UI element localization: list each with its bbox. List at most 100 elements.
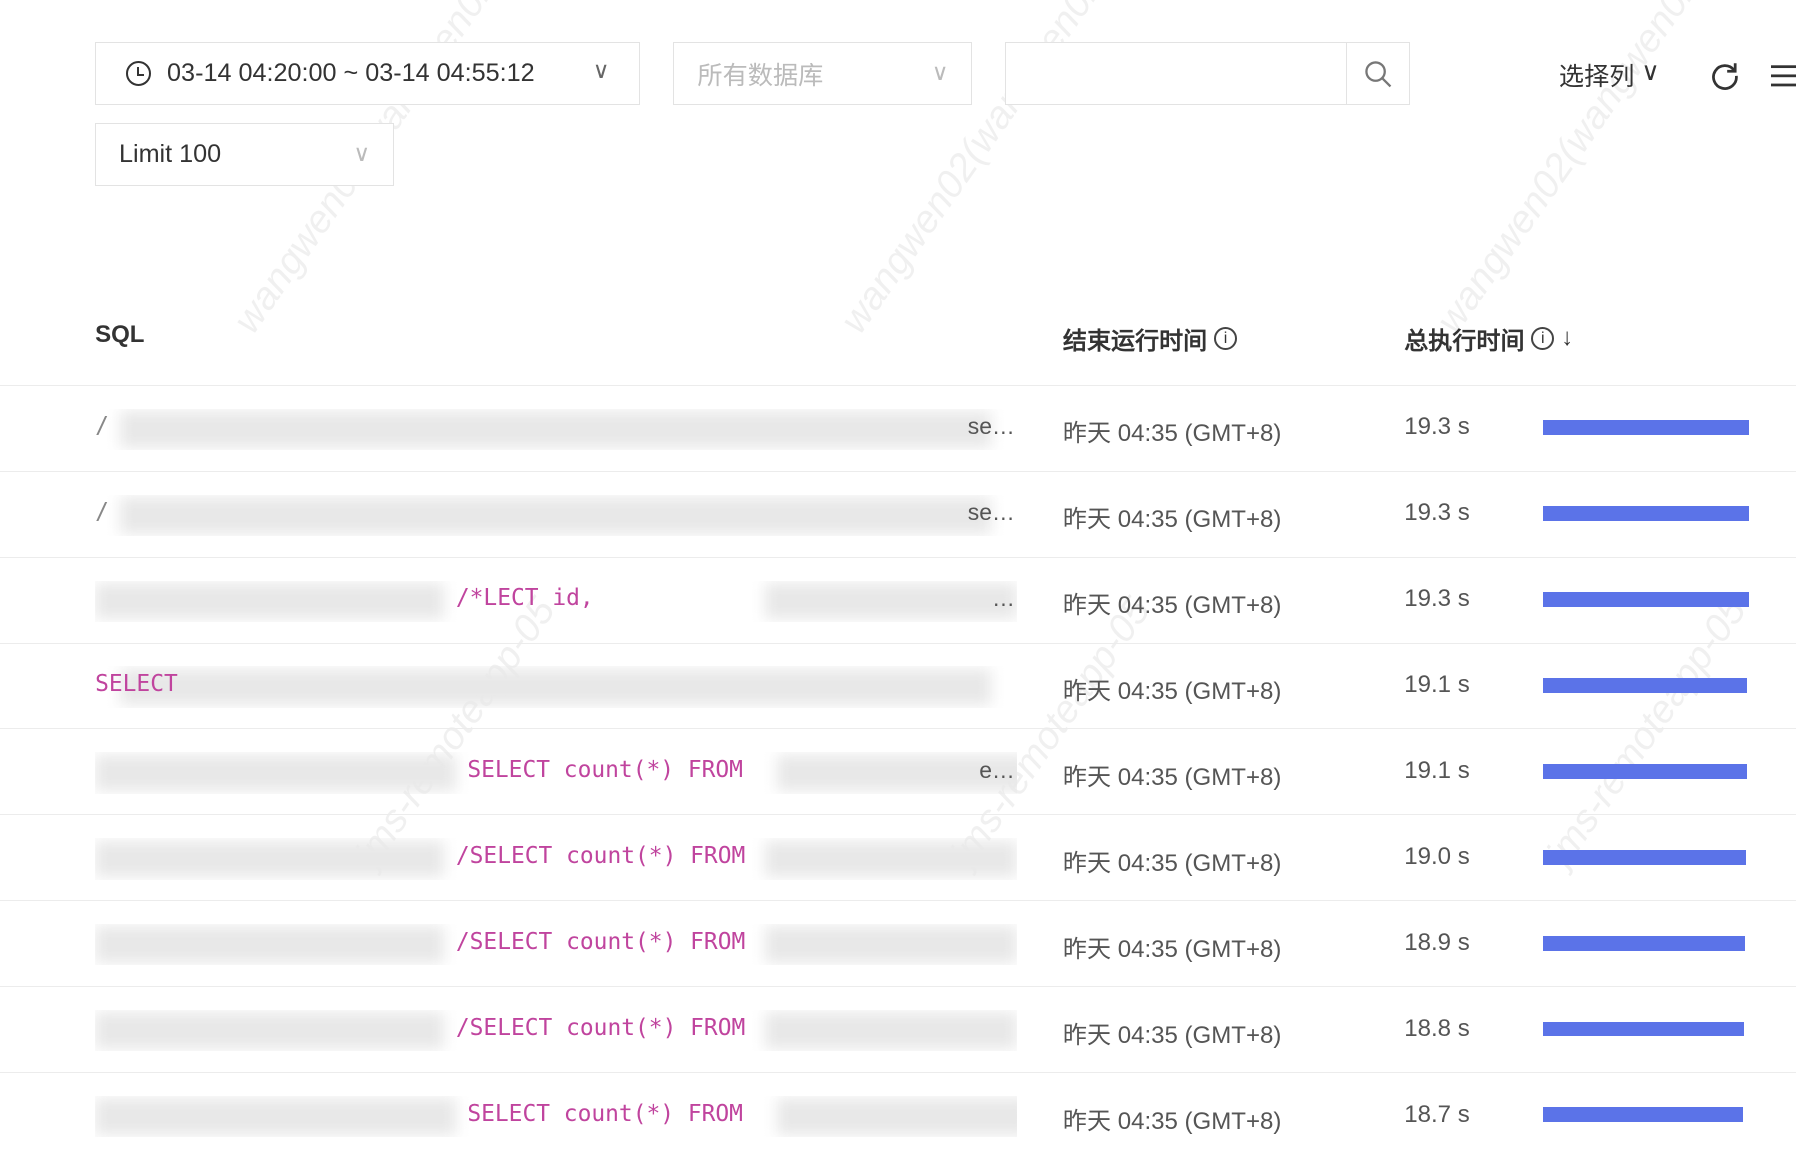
redacted-sql	[95, 754, 456, 792]
redacted-sql	[95, 926, 445, 964]
menu-icon[interactable]	[1770, 63, 1796, 88]
redacted-sql	[120, 411, 991, 448]
sql-fragment: /SELECT count(*) FROM	[455, 928, 746, 955]
redacted-sql	[95, 582, 445, 620]
column-label: 结束运行时间	[1062, 327, 1208, 355]
redacted-sql	[765, 840, 1018, 878]
duration-cell: 19.1 s	[1404, 756, 1470, 784]
redacted-sql	[765, 1012, 1018, 1050]
sql-cell[interactable]: /SELECT count(*) FROM	[95, 838, 1018, 879]
refresh-icon[interactable]	[1710, 61, 1740, 91]
search-icon	[1365, 61, 1392, 88]
column-label: 总执行时间	[1404, 327, 1525, 355]
redacted-sql	[120, 668, 991, 706]
sql-cell[interactable]: /*LECT id, …	[95, 581, 1018, 622]
chevron-down-icon: ∨	[931, 59, 949, 86]
redacted-sql	[120, 496, 991, 534]
sql-ellipsis: se…	[967, 413, 1015, 440]
column-label: SQL	[95, 320, 145, 348]
sql-cell[interactable]: /SELECT count(*) FROM	[95, 924, 1018, 965]
database-placeholder: 所有数据库	[697, 61, 824, 90]
table-row[interactable]: SELECT count(*) FROM 昨天 04:35 (GMT+8) 18…	[0, 1072, 1796, 1159]
duration-bar	[1542, 1107, 1743, 1123]
table-row[interactable]: SELECT 昨天 04:35 (GMT+8) 19.1 s	[0, 642, 1796, 730]
duration-bar	[1542, 592, 1750, 607]
duration-bar	[1542, 763, 1747, 779]
sql-ellipsis: …	[991, 585, 1015, 612]
redacted-sql	[95, 840, 445, 878]
end-time-cell: 昨天 04:35 (GMT+8)	[1062, 763, 1282, 791]
column-header-total-time[interactable]: 总执行时间 i ↓	[1404, 321, 1573, 356]
clock-icon	[125, 61, 152, 87]
redacted-sql	[776, 1098, 1018, 1135]
end-time-cell: 昨天 04:35 (GMT+8)	[1062, 849, 1282, 877]
search-button[interactable]	[1346, 43, 1409, 105]
duration-bar	[1542, 677, 1747, 693]
table-row[interactable]: /SELECT count(*) FROM 昨天 04:35 (GMT+8) 1…	[0, 900, 1796, 987]
watermark: wangwen02(wangwen02)	[1427, 0, 1717, 341]
duration-cell: 19.0 s	[1404, 842, 1470, 870]
duration-bar	[1542, 1021, 1744, 1037]
table-row[interactable]: / se… 昨天 04:35 (GMT+8) 19.3 s	[0, 470, 1796, 558]
table-row[interactable]: /*LECT id, … 昨天 04:35 (GMT+8) 19.3 s	[0, 556, 1796, 644]
duration-bar	[1542, 849, 1746, 865]
sql-cell[interactable]: / se…	[95, 495, 1017, 536]
duration-cell: 18.8 s	[1404, 1014, 1470, 1042]
limit-value: Limit 100	[118, 139, 222, 168]
sql-cell[interactable]: / se…	[95, 409, 1017, 450]
end-time-cell: 昨天 04:35 (GMT+8)	[1062, 678, 1282, 706]
sql-cell[interactable]: /SELECT count(*) FROM	[95, 1010, 1018, 1051]
sql-prefix: /	[95, 413, 109, 440]
search-box	[1004, 42, 1410, 106]
duration-cell: 19.3 s	[1404, 499, 1470, 527]
end-time-cell: 昨天 04:35 (GMT+8)	[1062, 1107, 1282, 1135]
duration-cell: 19.3 s	[1404, 585, 1470, 613]
sql-fragment: SELECT count(*) FROM	[467, 756, 743, 783]
chevron-down-icon: ∨	[353, 139, 371, 166]
table-row[interactable]: SELECT count(*) FROM e… 昨天 04:35 (GMT+8)…	[0, 728, 1796, 815]
info-icon[interactable]: i	[1214, 326, 1237, 350]
duration-bar	[1542, 935, 1745, 951]
redacted-sql	[95, 1098, 456, 1135]
duration-cell: 19.3 s	[1404, 413, 1470, 441]
table-row[interactable]: / se… 昨天 04:35 (GMT+8) 19.3 s	[0, 384, 1796, 472]
sql-fragment: /SELECT count(*) FROM	[455, 842, 746, 869]
sql-fragment: /*LECT id,	[455, 585, 594, 612]
sql-cell[interactable]: SELECT count(*) FROM	[95, 1096, 1018, 1137]
table-row[interactable]: /SELECT count(*) FROM 昨天 04:35 (GMT+8) 1…	[0, 814, 1796, 901]
duration-cell: 18.7 s	[1404, 1100, 1470, 1128]
select-columns-button[interactable]: 选择列 ∨	[1559, 57, 1660, 93]
time-range-value: 03-14 04:20:00 ~ 03-14 04:55:12	[167, 59, 535, 88]
table-row[interactable]: /SELECT count(*) FROM 昨天 04:35 (GMT+8) 1…	[0, 986, 1796, 1073]
info-icon[interactable]: i	[1531, 326, 1555, 350]
end-time-cell: 昨天 04:35 (GMT+8)	[1062, 1021, 1282, 1049]
duration-cell: 19.1 s	[1404, 671, 1470, 699]
sql-ellipsis: e…	[979, 756, 1015, 783]
end-time-cell: 昨天 04:35 (GMT+8)	[1062, 420, 1282, 448]
column-header-sql[interactable]: SQL	[95, 321, 144, 349]
sql-fragment: SELECT count(*) FROM	[467, 1100, 743, 1127]
end-time-cell: 昨天 04:35 (GMT+8)	[1062, 592, 1282, 620]
duration-bar	[1542, 506, 1750, 521]
sql-prefix: /	[95, 499, 109, 526]
redacted-sql	[765, 582, 1018, 620]
sql-cell[interactable]: SELECT	[95, 666, 1017, 707]
end-time-cell: 昨天 04:35 (GMT+8)	[1062, 506, 1282, 534]
sort-desc-icon[interactable]: ↓	[1561, 324, 1573, 352]
duration-bar	[1542, 420, 1750, 436]
select-columns-label: 选择列	[1558, 63, 1635, 92]
column-header-end-time[interactable]: 结束运行时间 i	[1063, 321, 1237, 356]
chevron-down-icon: ∨	[1641, 58, 1660, 87]
sql-prefix: SELECT	[95, 671, 178, 698]
sql-ellipsis: se…	[967, 499, 1015, 526]
limit-select[interactable]: Limit 100 ∨	[95, 122, 394, 186]
duration-cell: 18.9 s	[1404, 928, 1470, 956]
database-select[interactable]: 所有数据库 ∨	[673, 42, 973, 106]
search-input[interactable]	[1012, 44, 1350, 104]
sql-fragment: /SELECT count(*) FROM	[455, 1014, 746, 1041]
chevron-down-icon: ∨	[592, 57, 610, 84]
redacted-sql	[95, 1012, 445, 1050]
redacted-sql	[765, 926, 1018, 964]
time-range-picker[interactable]: 03-14 04:20:00 ~ 03-14 04:55:12 ∨	[95, 42, 641, 106]
sql-cell[interactable]: SELECT count(*) FROM e…	[95, 752, 1018, 793]
